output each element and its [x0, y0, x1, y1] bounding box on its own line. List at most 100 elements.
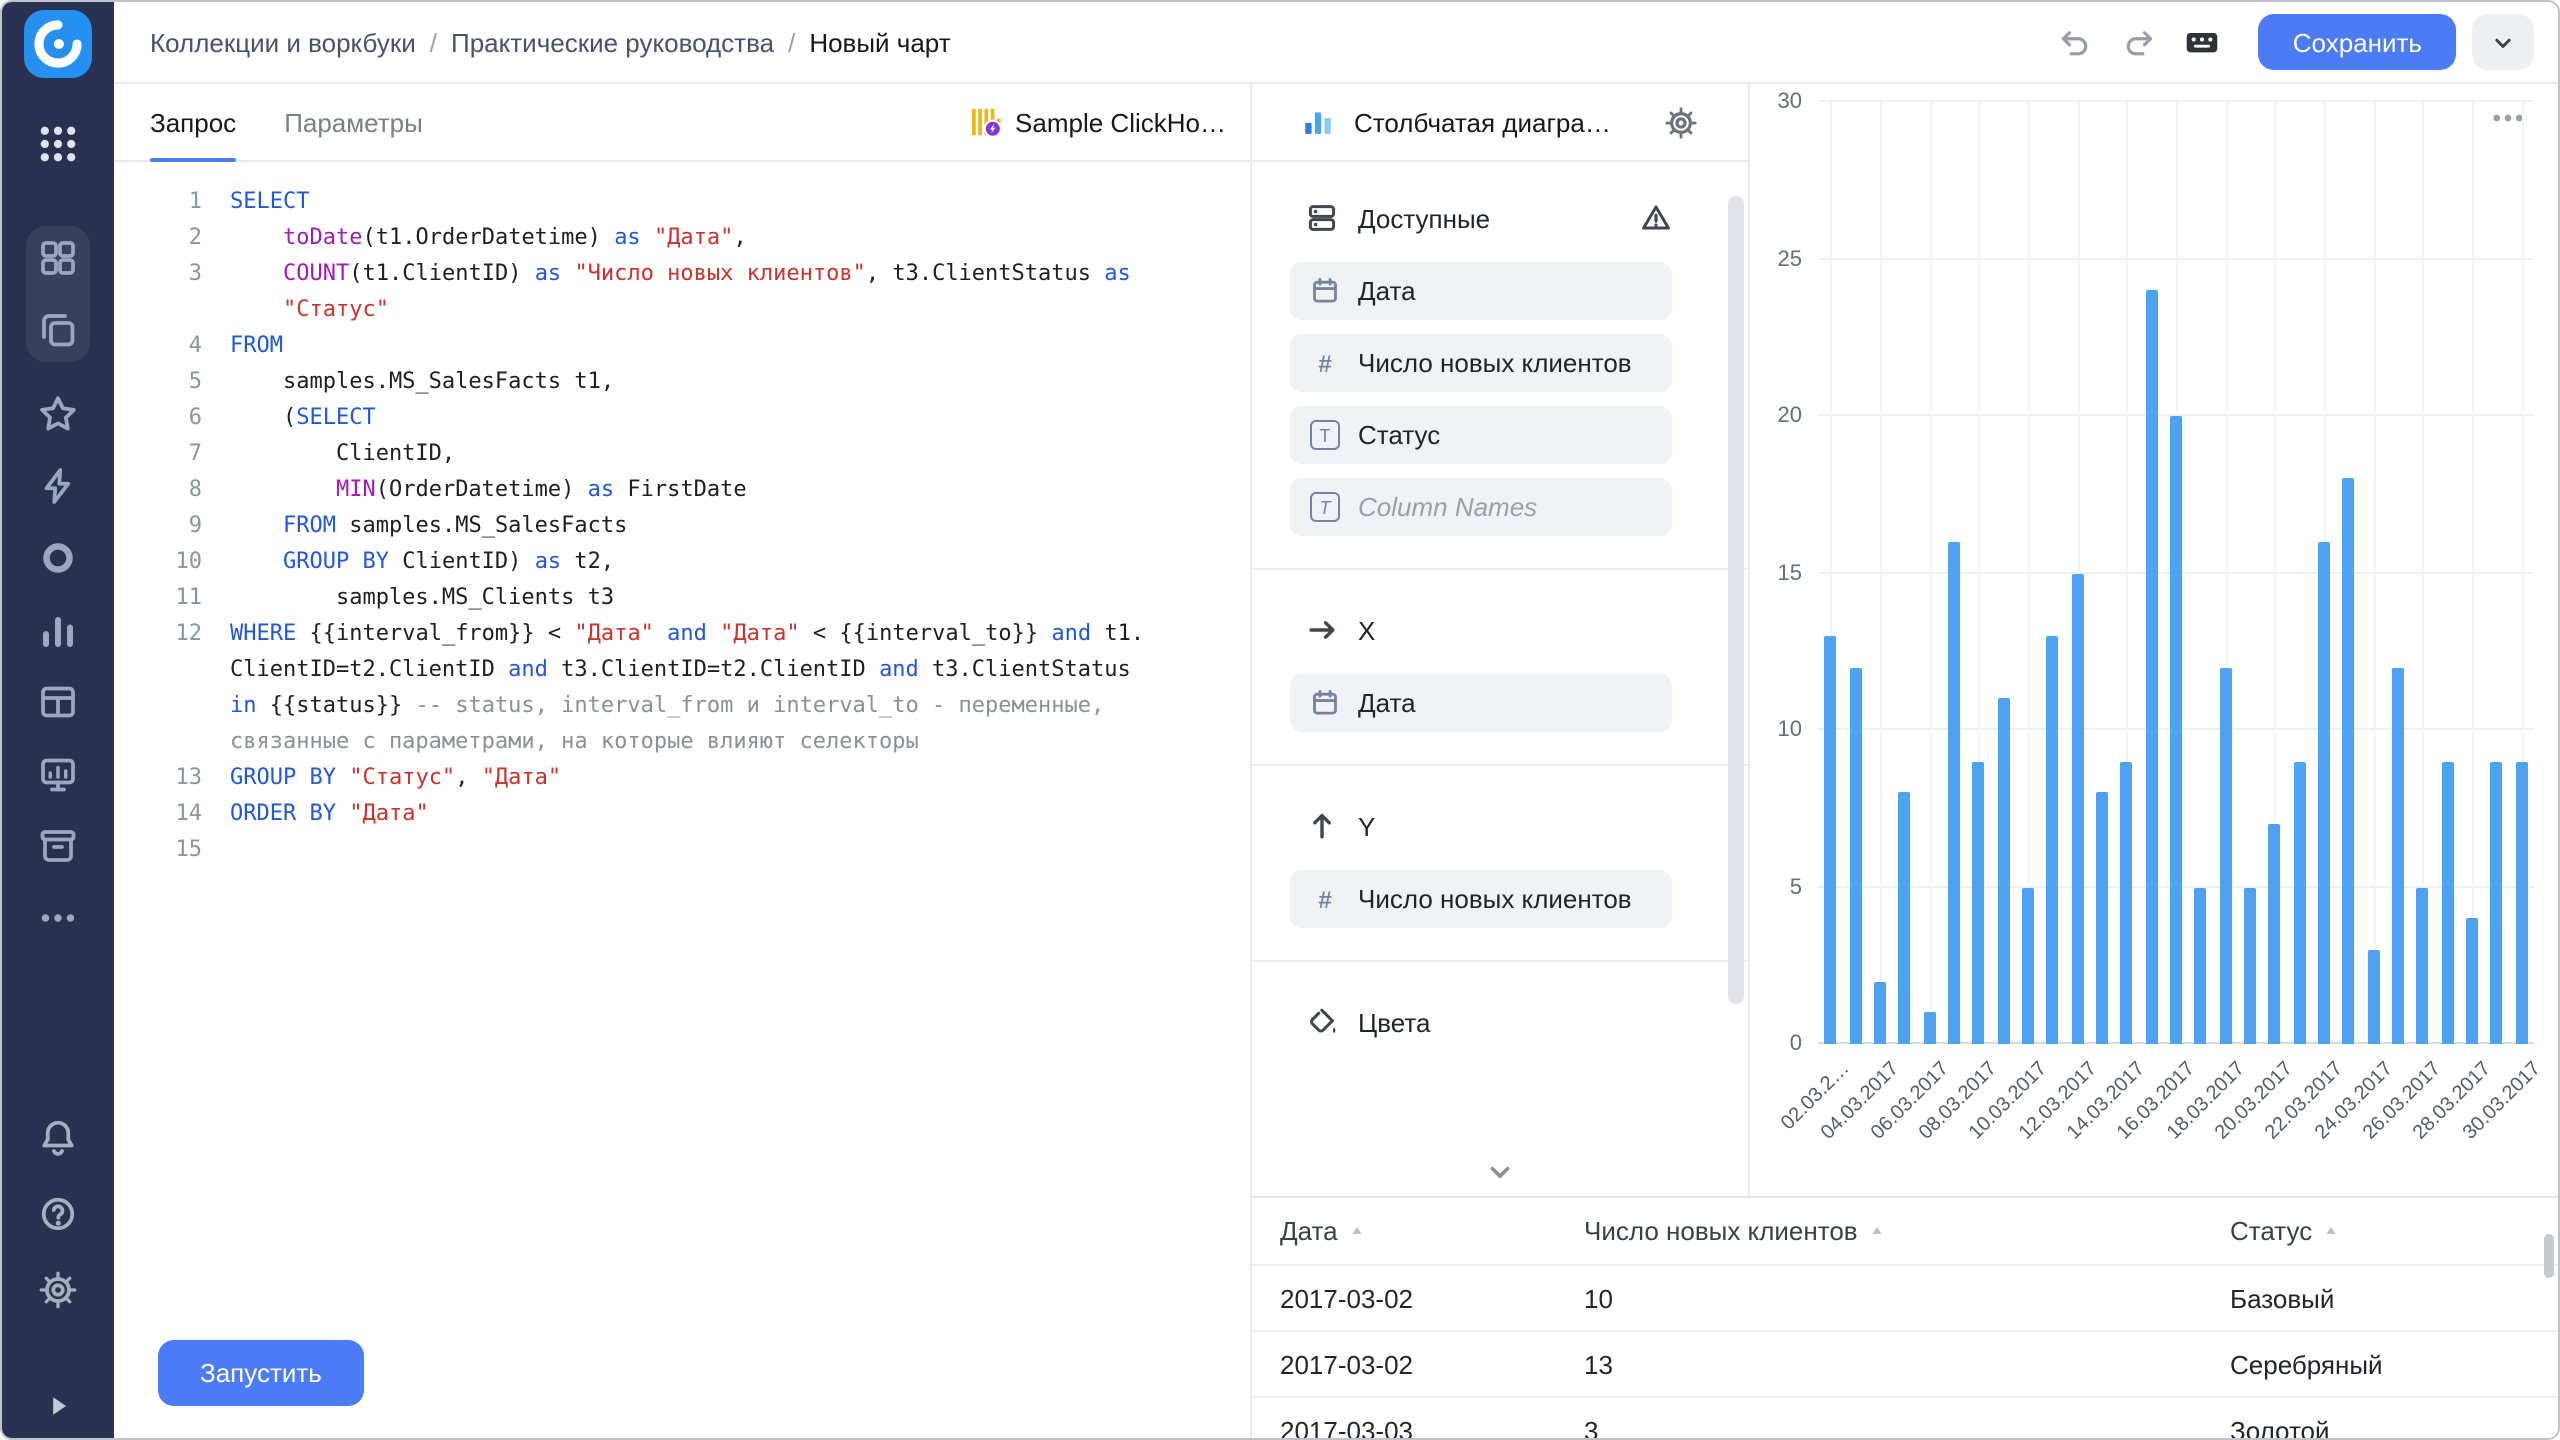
sidebar-bar-chart-icon[interactable]	[38, 610, 78, 650]
chart-preview: 051015202530 02.03.2…04.03.201706.03.201…	[1750, 84, 2558, 1196]
chart-bar	[2244, 887, 2256, 1044]
y-axis-label: 15	[1750, 559, 1802, 587]
chart-type-title[interactable]: Столбчатая диагра…	[1354, 107, 1611, 137]
sql-code-editor[interactable]: 1SELECT2 toDate(t1.OrderDatetime) as "Да…	[114, 162, 1250, 1438]
tab-query[interactable]: Запрос	[150, 84, 236, 160]
sidebar-box-icon[interactable]	[38, 826, 78, 866]
code-text	[202, 832, 230, 868]
sidebar-lightning-icon[interactable]	[38, 466, 78, 506]
table-cell: 2017-03-02	[1280, 1349, 1584, 1379]
sidebar-collections-icon[interactable]	[38, 310, 78, 350]
tab-parameters[interactable]: Параметры	[284, 84, 423, 160]
column-header-date[interactable]: Дата	[1280, 1216, 1584, 1246]
field-chip[interactable]: T Column Names	[1290, 478, 1672, 536]
keyboard-shortcuts-button[interactable]	[2175, 14, 2231, 70]
code-line: 14ORDER BY "Дата"	[114, 796, 1250, 832]
column-header-status[interactable]: Статус	[2230, 1216, 2558, 1246]
table-scrollbar[interactable]	[2544, 1234, 2554, 1278]
table-row: 2017-03-033Золотой	[1252, 1398, 2558, 1438]
bar-chart-type-icon	[1302, 106, 1334, 138]
field-chip[interactable]: TСтатус	[1290, 406, 1672, 464]
line-number: 2	[114, 220, 202, 256]
table-cell: 2017-03-03	[1280, 1415, 1584, 1438]
chart-bar	[2417, 887, 2429, 1044]
y-axis-label: 0	[1750, 1030, 1802, 1058]
sidebar-table-icon[interactable]	[38, 682, 78, 722]
chart-type-header: Столбчатая диагра…	[1252, 84, 1748, 162]
more-sections-chevron-icon[interactable]	[1484, 1156, 1516, 1188]
sidebar-ellipsis-icon[interactable]	[38, 898, 78, 938]
field-chip[interactable]: Дата	[1290, 262, 1672, 320]
breadcrumb-item[interactable]: Практические руководства	[451, 27, 774, 57]
code-line: 3 COUNT(t1.ClientID) as "Число новых кли…	[114, 256, 1250, 292]
field-chips: Дата	[1252, 658, 1748, 732]
chart-bar	[2318, 542, 2330, 1044]
code-line: 10 GROUP BY ClientID) as t2,	[114, 544, 1250, 580]
code-line: 4FROM	[114, 328, 1250, 364]
run-button[interactable]: Запустить	[158, 1340, 364, 1406]
breadcrumb-item[interactable]: Коллекции и воркбуки	[150, 27, 416, 57]
field-chips: Дата #Число новых клиентов TСтатус T Column …	[1252, 246, 1748, 536]
section-label: Цвета	[1358, 1007, 1430, 1037]
section-header: Цвета	[1252, 994, 1748, 1050]
sidebar-bell-icon[interactable]	[38, 1118, 78, 1158]
column-label: Статус	[2230, 1216, 2312, 1246]
right-column: Столбчатая диагра… ДоступныеДата#Число н…	[1252, 84, 2558, 1438]
redo-button[interactable]	[2111, 14, 2167, 70]
sidebar-gear-icon[interactable]	[38, 1270, 78, 1310]
chart-bar	[2195, 887, 2207, 1044]
code-text: ClientID,	[202, 436, 455, 472]
config-scrollbar[interactable]	[1728, 196, 1744, 1004]
code-line: 8 MIN(OrderDatetime) as FirstDate	[114, 472, 1250, 508]
code-line: 13GROUP BY "Статус", "Дата"	[114, 760, 1250, 796]
text-type-icon: T	[1310, 492, 1340, 522]
column-header-new-clients[interactable]: Число новых клиентов	[1584, 1216, 2230, 1246]
table-cell: Базовый	[2230, 1283, 2558, 1313]
chart-bar	[2516, 761, 2528, 1044]
hash-icon: #	[1310, 885, 1340, 913]
field-chip-label: Column Names	[1358, 492, 1537, 522]
sidebar-widgets-icon[interactable]	[38, 238, 78, 278]
field-chip[interactable]: Дата	[1290, 674, 1672, 732]
datalens-logo[interactable]	[24, 10, 92, 78]
gridline-vertical	[2374, 102, 2376, 1044]
warning-icon[interactable]	[1640, 202, 1672, 234]
chart-settings-gear-icon[interactable]	[1664, 105, 1698, 139]
save-button[interactable]: Сохранить	[2259, 14, 2456, 70]
expand-sidebar-button[interactable]	[42, 1390, 74, 1422]
table-cell: 2017-03-02	[1280, 1283, 1584, 1313]
line-number: 1	[114, 184, 202, 220]
chart-bar	[2121, 761, 2133, 1044]
chart-bar	[1997, 699, 2009, 1044]
code-line: 11 samples.MS_Clients t3	[114, 580, 1250, 616]
code-line: "Статус"	[114, 292, 1250, 328]
save-more-button[interactable]	[2472, 14, 2534, 70]
chart-bar	[2466, 918, 2478, 1044]
line-number: 13	[114, 760, 202, 796]
apps-grid-icon[interactable]	[36, 122, 80, 166]
code-text: FROM samples.MS_SalesFacts	[202, 508, 627, 544]
chart-bar	[2269, 824, 2281, 1044]
chevron-down-icon	[2490, 29, 2516, 55]
line-number: 10	[114, 544, 202, 580]
sidebar-ring-icon[interactable]	[38, 538, 78, 578]
sidebar-question-icon[interactable]	[38, 1194, 78, 1234]
code-line: 12WHERE {{interval_from}} < "Дата" and "…	[114, 616, 1250, 652]
breadcrumb-item: Новый чарт	[809, 27, 950, 57]
field-chip[interactable]: #Число новых клиентов	[1290, 870, 1672, 928]
sidebar-star-icon[interactable]	[38, 394, 78, 434]
section-label: Y	[1358, 811, 1375, 841]
hash-icon: #	[1310, 349, 1340, 377]
undo-button[interactable]	[2047, 14, 2103, 70]
section-цвета: Цвета	[1252, 960, 1748, 1082]
sort-icon	[1348, 1222, 1366, 1240]
code-line: 5 samples.MS_SalesFacts t1,	[114, 364, 1250, 400]
code-line: 2 toDate(t1.OrderDatetime) as "Дата",	[114, 220, 1250, 256]
code-text: "Статус"	[202, 292, 389, 328]
connection-selector[interactable]: Sample ClickHo…	[969, 106, 1226, 138]
field-chip[interactable]: #Число новых клиентов	[1290, 334, 1672, 392]
code-line: 1SELECT	[114, 184, 1250, 220]
table-row: 2017-03-0210Базовый	[1252, 1266, 2558, 1332]
arrow-up-icon	[1306, 810, 1338, 842]
sidebar-monitor-icon[interactable]	[38, 754, 78, 794]
